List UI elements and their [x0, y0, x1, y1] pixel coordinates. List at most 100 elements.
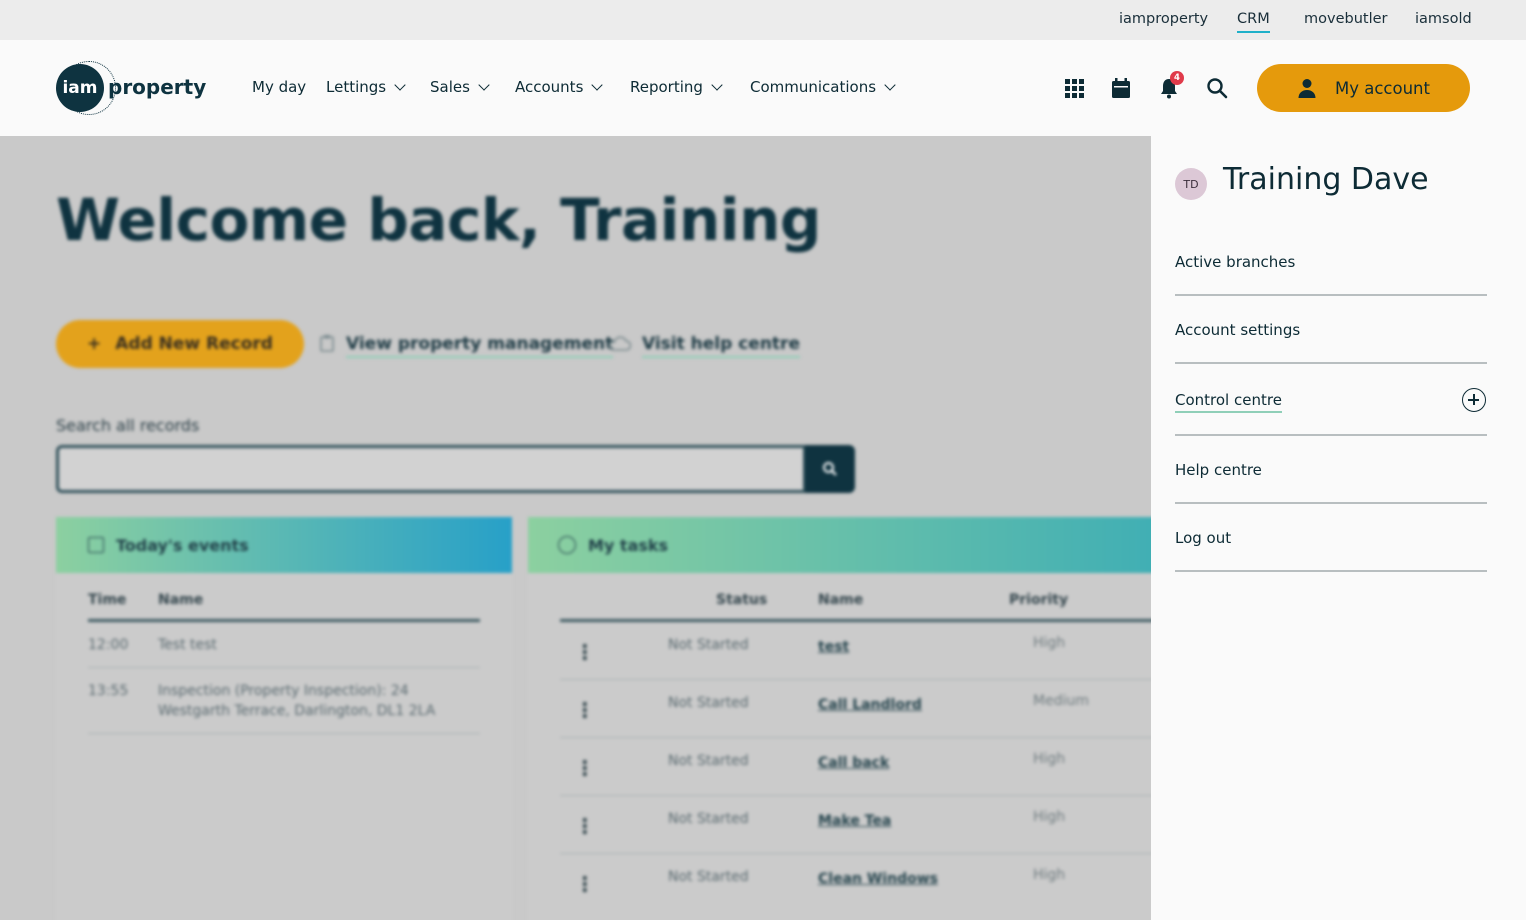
- menu-control-centre[interactable]: Control centre: [1175, 391, 1487, 413]
- search-icon[interactable]: [1205, 76, 1229, 100]
- tasks-col-status: Status: [716, 592, 768, 608]
- task-status: Not Started: [668, 753, 749, 769]
- task-priority: High: [1033, 809, 1066, 825]
- calendar-icon: [88, 537, 104, 553]
- menu-divider: [1175, 502, 1487, 504]
- row-divider: [560, 679, 1151, 680]
- todays-events-card: Today's events Time Name 12:00 Test test…: [56, 517, 512, 920]
- nav-lettings[interactable]: Lettings: [326, 78, 406, 96]
- user-icon: [1298, 79, 1316, 98]
- row-divider: [560, 795, 1151, 796]
- brand-strip: iamproperty CRM movebutler iamsold: [0, 0, 1526, 40]
- cloud-icon: [608, 336, 631, 351]
- search-icon: [823, 462, 837, 476]
- events-header-rule: [88, 619, 480, 622]
- notification-badge: 4: [1170, 71, 1184, 85]
- task-status: Not Started: [668, 695, 749, 711]
- account-panel: TD Training Dave Active branches Account…: [1151, 136, 1526, 920]
- nav-accounts[interactable]: Accounts: [515, 78, 604, 96]
- events-col-time: Time: [88, 592, 127, 608]
- check-circle-icon: [558, 536, 576, 554]
- my-account-button[interactable]: My account: [1257, 64, 1470, 112]
- todays-events-title: Today's events: [116, 535, 249, 555]
- visit-help-centre-link[interactable]: Visit help centre: [642, 334, 800, 358]
- brand-link-crm[interactable]: CRM: [1237, 11, 1270, 33]
- row-divider: [88, 733, 480, 734]
- search-records-input[interactable]: [56, 445, 806, 493]
- my-tasks-title: My tasks: [588, 535, 669, 555]
- expand-plus-icon[interactable]: [1462, 388, 1486, 412]
- menu-log-out[interactable]: Log out: [1175, 529, 1487, 547]
- event-name[interactable]: Test test: [158, 635, 217, 655]
- iamproperty-logo[interactable]: iam property: [56, 61, 206, 115]
- row-menu-icon[interactable]: · · ·: [581, 694, 589, 726]
- nav-label: Accounts: [515, 78, 584, 96]
- menu-divider: [1175, 294, 1487, 296]
- task-priority: High: [1033, 751, 1066, 767]
- user-name: Training Dave: [1223, 162, 1429, 197]
- chevron-down-icon: [884, 79, 896, 91]
- tasks-col-priority: Priority: [1009, 592, 1069, 608]
- menu-divider: [1175, 570, 1487, 572]
- task-name-link[interactable]: test: [818, 639, 849, 655]
- task-name-link[interactable]: Call Landlord: [818, 697, 922, 713]
- brand-link-movebutler[interactable]: movebutler: [1304, 11, 1388, 27]
- event-name-line2[interactable]: Westgarth Terrace, Darlington, DL1 2LA: [158, 701, 435, 721]
- menu-active-branches[interactable]: Active branches: [1175, 253, 1487, 271]
- menu-help-centre[interactable]: Help centre: [1175, 461, 1487, 479]
- row-menu-icon[interactable]: · · ·: [581, 810, 589, 842]
- task-status: Not Started: [668, 869, 749, 885]
- task-name-link[interactable]: Make Tea: [818, 813, 891, 829]
- search-records-label: Search all records: [56, 416, 200, 435]
- chevron-down-icon: [394, 79, 406, 91]
- welcome-heading: Welcome back, Training: [56, 186, 821, 254]
- brand-link-iamsold[interactable]: iamsold: [1415, 11, 1472, 27]
- calendar-icon[interactable]: [1109, 76, 1133, 100]
- row-divider: [88, 667, 480, 668]
- task-name-link[interactable]: Call back: [818, 755, 889, 771]
- todays-events-header: Today's events: [56, 517, 512, 573]
- row-menu-icon[interactable]: · · ·: [581, 868, 589, 900]
- menu-divider: [1175, 434, 1487, 436]
- menu-account-settings[interactable]: Account settings: [1175, 321, 1487, 339]
- dashboard-content: Welcome back, Training + Add New Record …: [0, 136, 1151, 920]
- task-status: Not Started: [668, 637, 749, 653]
- avatar: TD: [1175, 168, 1207, 200]
- nav-communications[interactable]: Communications: [750, 78, 896, 96]
- clipboard-icon: [320, 335, 334, 352]
- apps-grid-icon[interactable]: [1062, 76, 1086, 100]
- nav-reporting[interactable]: Reporting: [630, 78, 723, 96]
- add-new-record-label: Add New Record: [115, 334, 273, 354]
- nav-label: My day: [252, 78, 307, 96]
- nav-sales[interactable]: Sales: [430, 78, 490, 96]
- chevron-down-icon: [478, 79, 490, 91]
- tasks-col-name: Name: [818, 592, 864, 608]
- task-name-link[interactable]: Clean Windows: [818, 871, 938, 887]
- add-new-record-button[interactable]: + Add New Record: [56, 320, 304, 368]
- my-tasks-card: My tasks Status Name Priority · · · Not St…: [528, 517, 1151, 920]
- dashboard-overlay[interactable]: Welcome back, Training + Add New Record …: [0, 136, 1151, 920]
- brand-link-iamproperty[interactable]: iamproperty: [1119, 11, 1208, 27]
- search-records-button[interactable]: [805, 445, 855, 493]
- event-time: 12:00: [88, 637, 129, 653]
- task-priority: Medium: [1033, 693, 1089, 709]
- menu-divider: [1175, 362, 1487, 364]
- row-divider: [560, 737, 1151, 738]
- nav-label: Reporting: [630, 78, 703, 96]
- logo-mark: iam: [56, 64, 104, 112]
- row-menu-icon[interactable]: · · ·: [581, 752, 589, 784]
- task-priority: High: [1033, 867, 1066, 883]
- events-col-name: Name: [158, 592, 204, 608]
- event-name-line1[interactable]: Inspection (Property Inspection): 24: [158, 681, 409, 701]
- header: iam property My day Lettings Sales Accou…: [0, 40, 1526, 136]
- nav-my-day[interactable]: My day: [252, 78, 306, 96]
- nav-label: Communications: [750, 78, 877, 96]
- tasks-header-rule: [560, 619, 1151, 622]
- view-property-management-link[interactable]: View property management: [346, 334, 614, 358]
- my-account-label: My account: [1335, 78, 1430, 98]
- row-divider: [560, 853, 1151, 854]
- event-time: 13:55: [88, 683, 129, 699]
- row-menu-icon[interactable]: · · ·: [581, 636, 589, 668]
- chevron-down-icon: [591, 79, 604, 91]
- task-status: Not Started: [668, 811, 749, 827]
